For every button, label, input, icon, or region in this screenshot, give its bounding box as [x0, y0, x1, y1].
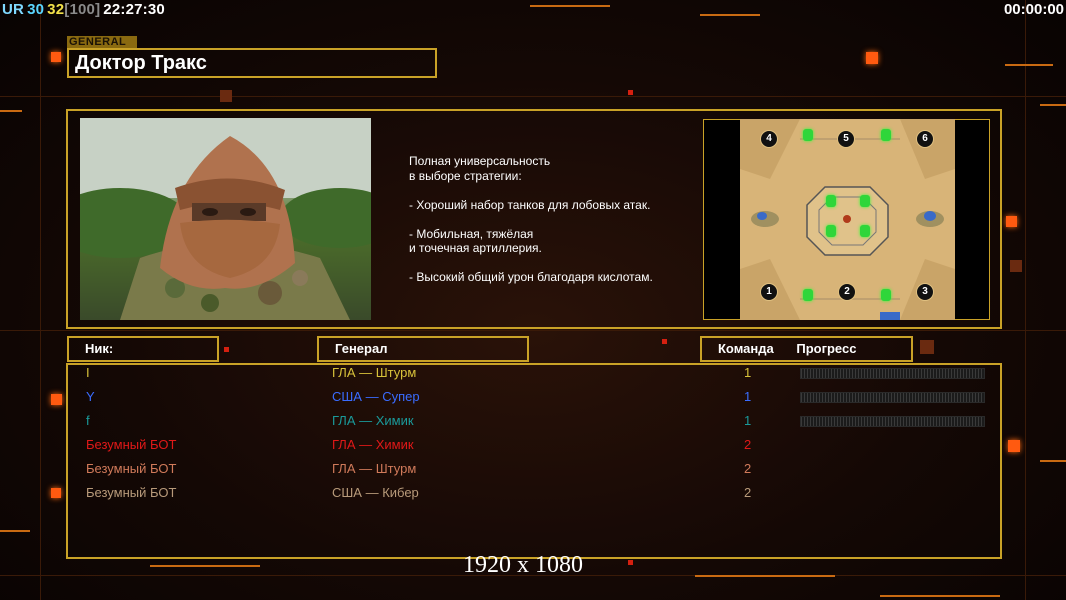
player-row: f ГЛА — Химик 1 — [86, 412, 986, 430]
decor-square — [220, 90, 232, 102]
player-row: Безумный БОТ США — Кибер 2 — [86, 484, 986, 502]
player-row: Безумный БОТ ГЛА — Химик 2 — [86, 436, 986, 454]
player-team: 2 — [744, 461, 752, 476]
progress-bar — [800, 368, 985, 379]
game-timer: 00:00:00 — [1003, 1, 1064, 18]
player-row: Безумный БОТ ГЛА — Штурм 2 — [86, 460, 986, 478]
player-nick: Безумный БОТ — [86, 485, 177, 500]
general-portrait — [80, 118, 371, 320]
description-line: - Мобильная, тяжёлая и точечная артиллер… — [409, 226, 542, 256]
header-nick: Ник: — [67, 336, 219, 362]
player-team: 1 — [744, 413, 752, 428]
decor-square — [1006, 216, 1017, 227]
decor-line — [700, 14, 760, 16]
player-row: I ГЛА — Штурм 1 — [86, 364, 986, 382]
supply-icon — [881, 129, 891, 141]
decor-line — [1025, 0, 1026, 600]
decor-square — [51, 52, 61, 62]
progress-bar — [800, 416, 985, 427]
start-slot-2[interactable]: 2 — [838, 283, 856, 301]
description-line: Полная универсальность в выборе стратеги… — [409, 154, 551, 183]
description-line: - Хороший набор танков для лобовых атак. — [409, 197, 651, 212]
supply-icon — [826, 225, 836, 237]
decor-square — [628, 560, 633, 565]
decor-line — [0, 530, 30, 532]
decor-line — [880, 595, 1000, 597]
header-progress: Прогресс — [796, 341, 857, 356]
player-team: 1 — [744, 389, 752, 404]
hud-clock: 22:27:30 — [103, 1, 165, 18]
resolution-watermark: 1920 x 1080 — [463, 552, 583, 578]
decor-line — [530, 5, 610, 7]
supply-icon — [881, 289, 891, 301]
decor-square — [1008, 440, 1020, 452]
player-nick: I — [86, 365, 90, 380]
hud-stat: [100] — [64, 1, 101, 18]
hud-stat: UR — [2, 1, 25, 18]
decor-line — [0, 330, 1066, 331]
player-team: 1 — [744, 365, 752, 380]
general-description: Полная универсальность в выборе стратеги… — [409, 154, 689, 299]
decor-line — [0, 96, 1066, 97]
player-general: ГЛА — Химик — [332, 413, 414, 428]
map-preview[interactable]: 4 5 6 1 2 3 — [740, 119, 955, 320]
general-tag: GENERAL — [67, 36, 137, 48]
supply-icon — [803, 129, 813, 141]
start-slot-1[interactable]: 1 — [760, 283, 778, 301]
portrait-image — [80, 118, 371, 320]
player-team: 2 — [744, 437, 752, 452]
decor-square — [662, 339, 667, 344]
decor-line — [695, 575, 835, 577]
player-team: 2 — [744, 485, 752, 500]
header-general: Генерал — [317, 336, 529, 362]
player-general: ГЛА — Химик — [332, 437, 414, 452]
supply-icon — [826, 195, 836, 207]
player-nick: Безумный БОТ — [86, 437, 177, 452]
decor-line — [0, 110, 22, 112]
player-nick: f — [86, 413, 90, 428]
supply-icon — [803, 289, 813, 301]
player-nick: Y — [86, 389, 95, 404]
decor-line — [1040, 104, 1066, 106]
description-line: - Высокий общий урон благодаря кислотам. — [409, 270, 653, 284]
start-slot-3[interactable]: 3 — [916, 283, 934, 301]
decor-square — [51, 394, 62, 405]
supply-icon — [860, 225, 870, 237]
hud-stats: UR 30 32[100] 22:27:30 — [2, 1, 168, 18]
supply-icon — [860, 195, 870, 207]
decor-square — [628, 90, 633, 95]
decor-square — [866, 52, 878, 64]
player-general: ГЛА — Штурм — [332, 365, 417, 380]
decor-square — [224, 347, 229, 352]
start-slot-4[interactable]: 4 — [760, 130, 778, 148]
decor-square — [1010, 260, 1022, 272]
decor-square — [920, 340, 934, 354]
player-general: ГЛА — Штурм — [332, 461, 417, 476]
decor-line — [40, 0, 41, 600]
decor-line — [150, 565, 260, 567]
start-slot-6[interactable]: 6 — [916, 130, 934, 148]
progress-bar — [800, 392, 985, 403]
start-slot-5[interactable]: 5 — [837, 130, 855, 148]
decor-line — [1005, 64, 1053, 66]
header-team-progress: Команда Прогресс — [700, 336, 913, 362]
player-general: США — Кибер — [332, 485, 419, 500]
hud-stat: 32 — [47, 1, 65, 18]
player-nick: Безумный БОТ — [86, 461, 177, 476]
player-row: Y США — Супер 1 — [86, 388, 986, 406]
decor-line — [1040, 460, 1066, 462]
player-general: США — Супер — [332, 389, 420, 404]
hud-stat: 30 — [27, 1, 45, 18]
general-name: Доктор Тракс — [67, 48, 437, 78]
decor-square — [51, 488, 61, 498]
header-team: Команда — [718, 341, 774, 356]
